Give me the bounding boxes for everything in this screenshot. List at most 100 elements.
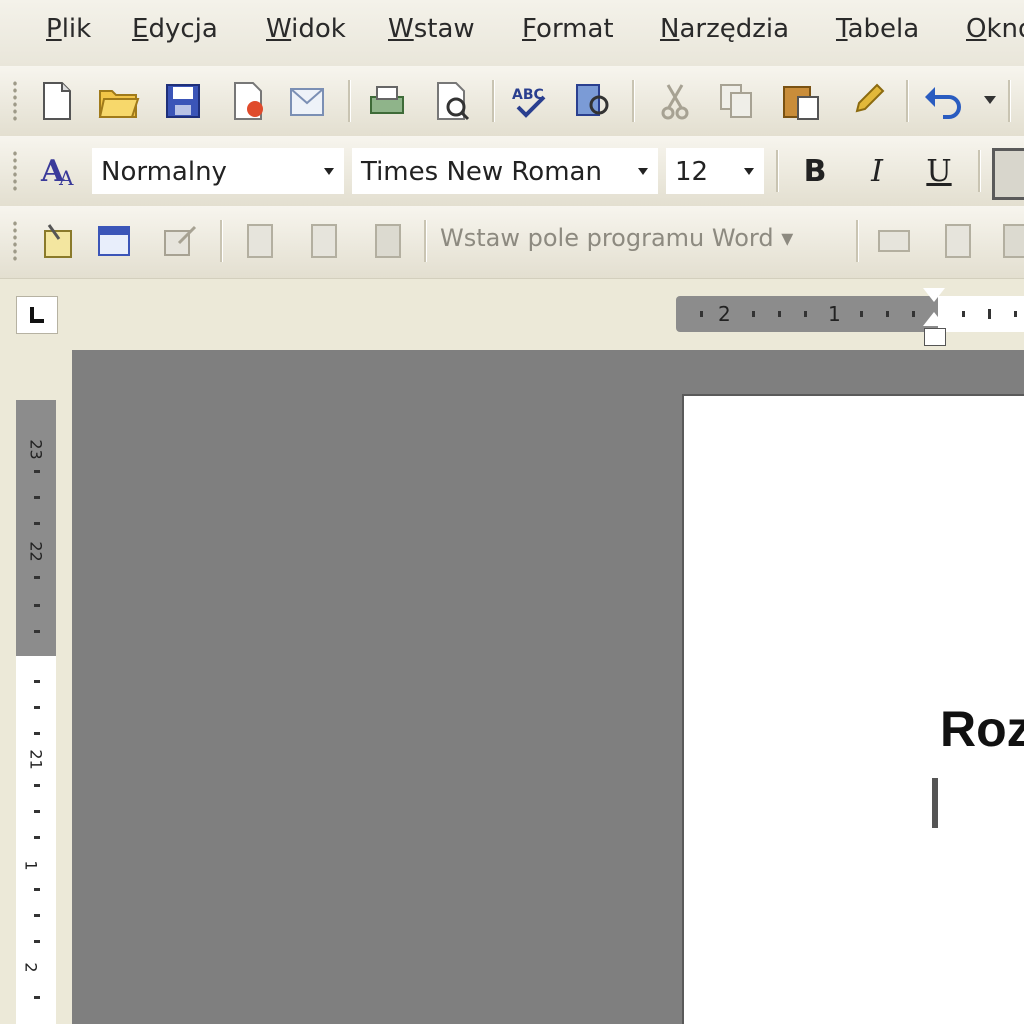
ruler-tick [34,996,40,999]
print-preview-icon [437,82,470,121]
print-button[interactable] [364,78,410,124]
menu-format[interactable]: Format [522,14,614,44]
toolbar-grip[interactable] [12,150,18,192]
menu-edit[interactable]: Edycja [132,14,218,44]
save-button[interactable] [160,78,206,124]
cut-button[interactable] [652,78,698,124]
ruler-number: 1 [828,302,841,326]
ruler-tick [34,888,40,891]
permission-button[interactable] [226,78,272,124]
ruler-tick [34,836,40,839]
menu-tools[interactable]: Narzędzia [660,14,789,44]
word-window: Plik Edycja Widok Wstaw Format Narzędzia… [0,0,1024,1024]
menu-bar: Plik Edycja Widok Wstaw Format Narzędzia… [0,0,1024,66]
ruler-tick [34,604,40,607]
recipients-button[interactable] [158,218,204,264]
toolbar-grip[interactable] [12,220,18,262]
menu-window[interactable]: Okno [966,14,1024,44]
font-size-value: 12 [675,157,709,187]
insert-merge-field-button[interactable] [366,218,412,264]
ruler-tick [1014,311,1017,317]
ruler-tick [700,311,703,317]
insert-word-field-button[interactable]: Wstaw pole programu Word ▾ [440,224,793,252]
standard-toolbar: ABC [0,66,1024,137]
print-preview-button[interactable] [430,78,476,124]
toolbar-separator [348,80,351,122]
toolbar-separator [492,80,495,122]
ruler-number: 22 [26,541,46,562]
research-button[interactable] [570,78,616,124]
hanging-indent-marker[interactable] [923,312,945,326]
open-data-source-button[interactable] [92,218,138,264]
document-heading[interactable]: Roz [940,700,1024,758]
new-document-button[interactable] [34,78,80,124]
font-size-combo[interactable]: 12 [666,148,764,194]
view-merged-data-button[interactable] [872,218,918,264]
format-painter-button[interactable] [844,78,890,124]
styles-pane-button[interactable]: AA [36,148,82,194]
email-button[interactable] [286,78,332,124]
style-combo[interactable]: Normalny [92,148,344,194]
menu-insert[interactable]: Wstaw [388,14,475,44]
menu-table[interactable]: Tabela [836,14,919,44]
ruler-number: 21 [26,749,46,770]
ruler-tick [34,630,40,633]
align-left-button[interactable] [992,148,1024,200]
ruler-number: 2 [718,302,731,326]
ruler-tick [34,914,40,917]
main-document-setup-button[interactable] [36,218,82,264]
spelling-button[interactable]: ABC [508,78,554,124]
scissors-icon [661,84,689,120]
style-dropdown-icon[interactable] [317,149,341,193]
insert-address-block-button[interactable] [238,218,284,264]
match-fields-icon [1003,224,1024,258]
paste-button[interactable] [778,78,824,124]
menu-file[interactable]: Plik [46,14,91,44]
ruler-number: 2 [21,962,41,973]
insert-greeting-line-button[interactable] [302,218,348,264]
undo-dropdown-icon[interactable] [984,96,996,104]
toolbar-separator [906,80,909,122]
left-indent-marker[interactable] [924,328,946,346]
toolbar-separator [424,220,427,262]
copy-button[interactable] [714,78,760,124]
open-button[interactable] [96,78,142,124]
formatting-toolbar: AA Normalny Times New Roman 12 B I U [0,136,1024,207]
horizontal-ruler-margin[interactable] [676,296,938,332]
new-document-icon [43,82,71,120]
data-source-icon [98,226,130,256]
ruler-number: 1 [21,860,41,871]
ruler-tick [912,311,915,317]
bold-button[interactable]: B [792,148,838,194]
toolbar-separator [776,150,779,192]
undo-button[interactable] [920,78,966,124]
highlight-fields-button[interactable] [936,218,982,264]
copy-icon [720,84,752,118]
font-combo[interactable]: Times New Roman [352,148,658,194]
styles-icon: AA [40,154,74,190]
ruler-tick [34,470,40,473]
svg-text:A: A [58,166,74,190]
style-value: Normalny [101,157,227,187]
italic-button[interactable]: I [854,148,900,194]
font-size-dropdown-icon[interactable] [737,149,761,193]
document-setup-icon [44,224,72,258]
ruler-tick [34,940,40,943]
toolbar-separator [856,220,859,262]
ruler-tick [962,311,965,317]
format-painter-icon [855,83,885,113]
ruler-tick [34,576,40,579]
horizontal-ruler-text-area[interactable] [938,296,1024,332]
menu-view[interactable]: Widok [266,14,346,44]
underline-button[interactable]: U [916,148,962,194]
first-line-indent-marker[interactable] [923,288,945,302]
ruler-tick [34,680,40,683]
font-dropdown-icon[interactable] [631,149,655,193]
mail-merge-toolbar: Wstaw pole programu Word ▾ [0,206,1024,279]
match-fields-button[interactable] [994,218,1024,264]
ruler-tick [34,706,40,709]
toolbar-grip[interactable] [12,80,18,122]
toolbar-separator [632,80,635,122]
print-icon [370,86,404,114]
tab-stop-selector[interactable] [16,296,58,334]
